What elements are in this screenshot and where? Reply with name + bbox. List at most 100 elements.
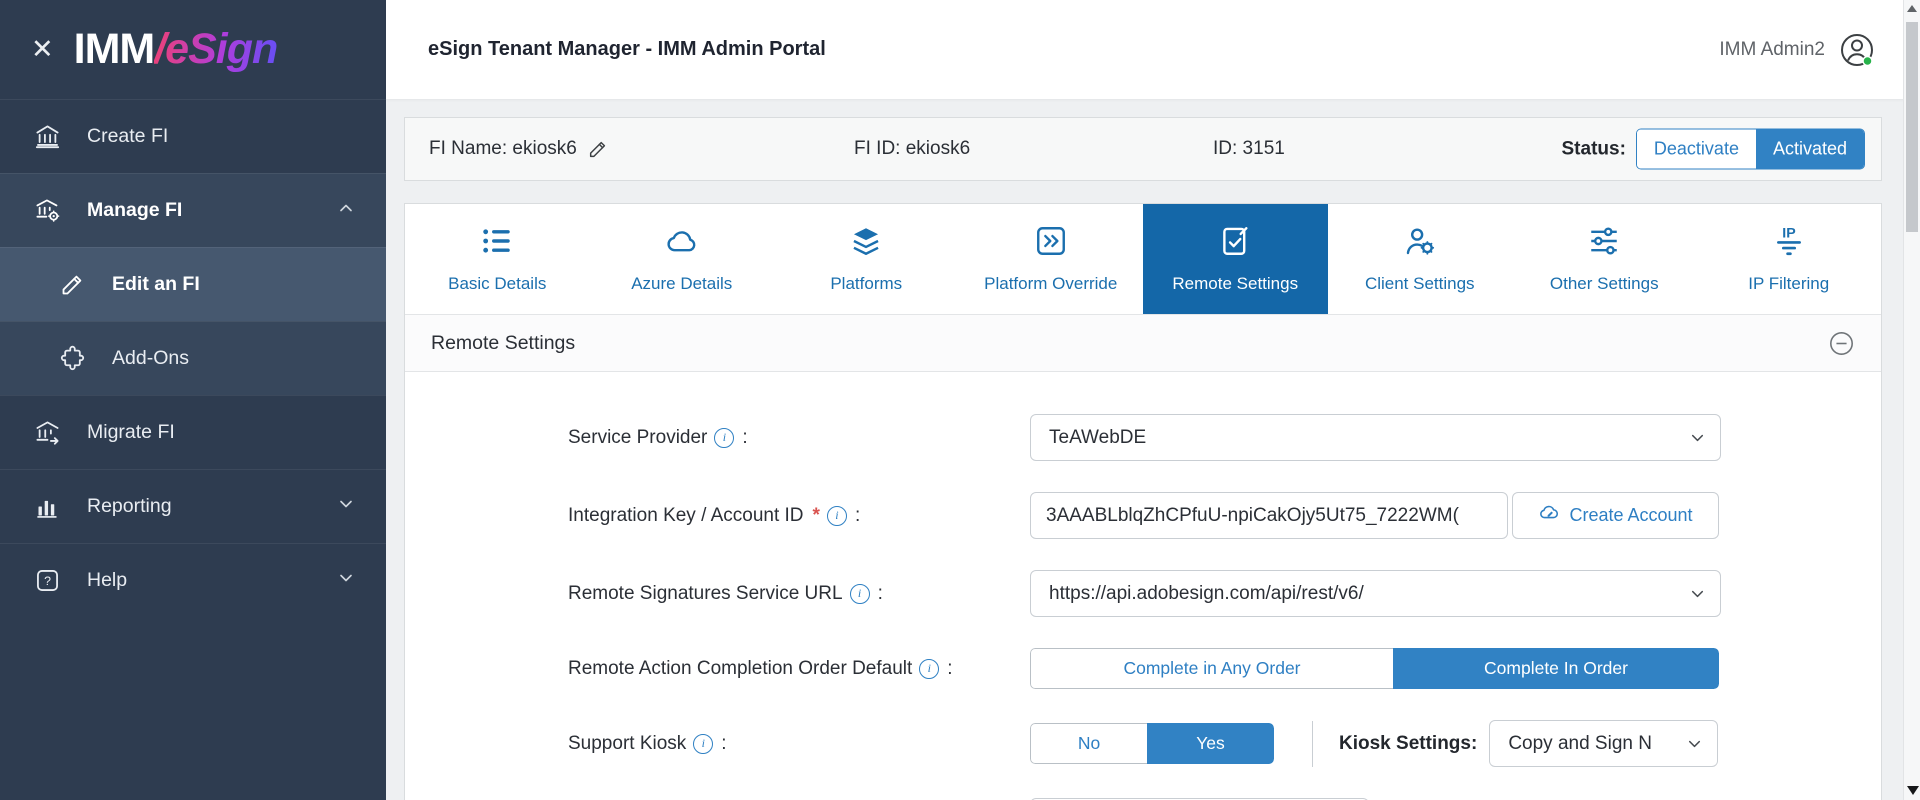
sidebar-item-help[interactable]: ? Help	[0, 543, 386, 617]
tab-label: Basic Details	[448, 274, 547, 293]
user-area[interactable]: IMM Admin2	[1719, 31, 1876, 69]
scrollbar-thumb[interactable]	[1906, 22, 1918, 232]
scroll-up-arrow[interactable]	[1907, 5, 1917, 12]
tab-label: Azure Details	[631, 274, 733, 293]
required-mark: *	[812, 504, 820, 526]
sidebar-item-migrate-fi[interactable]: Migrate FI	[0, 395, 386, 469]
info-icon[interactable]	[826, 505, 847, 526]
sliders-icon	[1587, 224, 1621, 263]
service-provider-row: Service Provider : TeAWebDE	[405, 414, 1881, 461]
info-icon[interactable]	[919, 658, 940, 679]
create-account-button[interactable]: Create Account	[1512, 492, 1719, 539]
support-kiosk-row: Support Kiosk : No Yes Kiosk Settings: C…	[405, 720, 1881, 767]
document-check-icon	[1218, 224, 1252, 263]
integration-key-label: Integration Key / Account ID * :	[568, 505, 1030, 527]
sidebar-item-manage-fi[interactable]: Manage FI	[0, 173, 386, 247]
box-arrow-icon	[1034, 224, 1068, 263]
list-icon	[480, 224, 514, 263]
section-title: Remote Settings	[431, 331, 576, 354]
sidebar-item-reporting[interactable]: Reporting	[0, 469, 386, 543]
tab-platform-override[interactable]: Platform Override	[959, 204, 1144, 314]
tab-label: Platforms	[830, 274, 903, 293]
tab-basic-details[interactable]: Basic Details	[405, 204, 590, 314]
app-root: IMM/eSign Create FI Manage FI	[0, 0, 1920, 800]
sidebar-item-create-fi[interactable]: Create FI	[0, 99, 386, 173]
edit-fi-name-icon[interactable]	[587, 138, 609, 160]
sidebar-item-label: Migrate FI	[87, 421, 175, 443]
completion-order-label: Remote Action Completion Order Default :	[568, 658, 1030, 680]
content-area: FI Name: ekiosk6 FI ID: ekiosk6 ID: 3151…	[386, 99, 1920, 800]
person-gear-icon	[1403, 224, 1437, 263]
info-icon[interactable]	[714, 427, 735, 448]
fi-name-group: FI Name: ekiosk6	[429, 138, 609, 160]
kiosk-no-option[interactable]: No	[1030, 723, 1147, 764]
help-icon: ?	[33, 567, 61, 595]
chevron-down-icon	[1685, 734, 1704, 753]
main-area: eSign Tenant Manager - IMM Admin Portal …	[386, 0, 1920, 800]
app-logo: IMM/eSign	[74, 25, 278, 74]
integration-key-controls: Create Account	[1030, 492, 1719, 539]
tab-label: Remote Settings	[1172, 274, 1299, 293]
remote-url-label: Remote Signatures Service URL :	[568, 583, 1030, 605]
service-provider-label: Service Provider :	[568, 427, 1030, 449]
sidebar-item-edit-an-fi[interactable]: Edit an FI	[0, 247, 386, 321]
chevron-up-icon	[336, 198, 356, 224]
tab-azure-details[interactable]: Azure Details	[590, 204, 775, 314]
kiosk-yes-option[interactable]: Yes	[1147, 723, 1274, 764]
bar-chart-icon	[33, 493, 61, 521]
svg-text:?: ?	[44, 574, 51, 588]
status-label: Status:	[1561, 138, 1626, 159]
fi-info-bar: FI Name: ekiosk6 FI ID: ekiosk6 ID: 3151…	[404, 117, 1882, 181]
vertical-scrollbar[interactable]	[1903, 0, 1920, 800]
section-header: Remote Settings	[405, 315, 1881, 372]
svg-text:IP: IP	[1782, 225, 1795, 241]
sidebar-item-label: Manage FI	[87, 199, 183, 221]
collapse-icon[interactable]	[1828, 330, 1855, 357]
remote-url-row: Remote Signatures Service URL : https://…	[405, 570, 1881, 617]
support-kiosk-toggle: No Yes	[1030, 723, 1274, 764]
bank-arrow-icon	[33, 419, 61, 447]
logo-text-imm: IMM	[73, 25, 156, 73]
tab-platforms[interactable]: Platforms	[774, 204, 959, 314]
completion-order-toggle: Complete in Any Order Complete In Order	[1030, 648, 1719, 689]
sidebar-header: IMM/eSign	[0, 0, 386, 99]
tab-client-settings[interactable]: Client Settings	[1328, 204, 1513, 314]
tab-remote-settings[interactable]: Remote Settings	[1143, 204, 1328, 314]
sidebar-nav: Create FI Manage FI Edit an FI Add-Ons M…	[0, 99, 386, 617]
integration-key-row: Integration Key / Account ID * : Create …	[405, 492, 1881, 539]
integration-key-input[interactable]	[1030, 492, 1508, 539]
sidebar-item-add-ons[interactable]: Add-Ons	[0, 321, 386, 395]
sidebar-item-label: Reporting	[87, 495, 172, 517]
info-icon[interactable]	[849, 583, 870, 604]
vertical-divider	[1312, 720, 1313, 767]
fi-numeric-id-text: ID: 3151	[1213, 138, 1285, 159]
user-avatar-icon[interactable]	[1838, 31, 1876, 69]
remote-url-value: https://api.adobesign.com/api/rest/v6/	[1049, 582, 1364, 604]
tab-label: IP Filtering	[1748, 274, 1830, 293]
kiosk-settings-select[interactable]: Copy and Sign N	[1489, 720, 1719, 767]
complete-any-order-option[interactable]: Complete in Any Order	[1030, 648, 1393, 689]
tab-other-settings[interactable]: Other Settings	[1512, 204, 1697, 314]
chevron-down-icon	[1688, 428, 1707, 447]
sidebar-item-label: Help	[87, 569, 128, 591]
settings-card: Basic Details Azure Details Platforms Pl…	[404, 203, 1882, 800]
sidebar: IMM/eSign Create FI Manage FI	[0, 0, 386, 800]
service-provider-select[interactable]: TeAWebDE	[1030, 414, 1721, 461]
status-group: Status: Deactivate Activated	[1561, 128, 1865, 170]
kiosk-settings-label: Kiosk Settings:	[1339, 732, 1478, 754]
deactivate-button[interactable]: Deactivate	[1636, 129, 1756, 169]
info-icon[interactable]	[693, 733, 714, 754]
remote-url-select[interactable]: https://api.adobesign.com/api/rest/v6/	[1030, 570, 1721, 617]
scroll-down-arrow[interactable]	[1907, 786, 1919, 795]
close-icon[interactable]	[31, 36, 54, 63]
sidebar-item-label: Edit an FI	[112, 273, 200, 295]
tab-ip-filtering[interactable]: IP IP Filtering	[1697, 204, 1882, 314]
tab-label: Other Settings	[1549, 274, 1659, 293]
tab-label: Platform Override	[984, 274, 1118, 293]
remote-settings-form: Service Provider : TeAWebDE Integration …	[405, 372, 1881, 800]
activated-button[interactable]: Activated	[1755, 129, 1864, 169]
user-name: IMM Admin2	[1719, 38, 1825, 60]
logo-text-esign: /eSign	[154, 25, 278, 73]
service-provider-value: TeAWebDE	[1049, 426, 1147, 448]
complete-in-order-option[interactable]: Complete In Order	[1393, 648, 1719, 689]
